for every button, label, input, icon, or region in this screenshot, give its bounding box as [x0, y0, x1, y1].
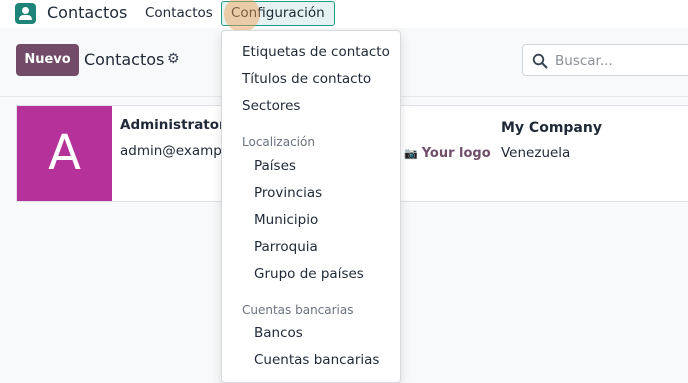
company-name: My Company [501, 120, 602, 136]
menu-item-titulos[interactable]: Títulos de contacto [242, 71, 371, 87]
contacts-app-icon[interactable] [15, 3, 36, 24]
section-header-cuentas: Cuentas bancarias [242, 303, 354, 317]
menu-item-cuentas-bancarias[interactable]: Cuentas bancarias [254, 352, 379, 368]
contact-email: admin@exampl [120, 143, 226, 159]
menu-item-etiquetas[interactable]: Etiquetas de contacto [242, 44, 390, 60]
menu-item-sectores[interactable]: Sectores [242, 98, 300, 114]
menu-item-parroquia[interactable]: Parroquia [254, 239, 318, 255]
menu-item-paises[interactable]: Países [254, 158, 296, 174]
search-input[interactable]: Buscar... [522, 44, 688, 76]
menu-item-municipio[interactable]: Municipio [254, 212, 318, 228]
page-title: Contactos [84, 50, 165, 69]
company-country: Venezuela [501, 145, 571, 161]
app-icon-head [22, 7, 29, 14]
search-icon [532, 53, 548, 69]
avatar: A [17, 106, 112, 201]
configuracion-dropdown: Etiquetas de contacto Títulos de contact… [221, 30, 401, 383]
new-button[interactable]: Nuevo [16, 44, 79, 76]
camera-icon: 📷 [404, 147, 418, 160]
section-header-localizacion: Localización [242, 135, 315, 149]
company-logo: 📷 Your logo [404, 146, 491, 161]
app-name[interactable]: Contactos [47, 3, 127, 22]
app-icon-body [19, 15, 32, 20]
gear-icon[interactable]: ⚙ [167, 51, 180, 67]
company-logo-text: Your logo [421, 146, 491, 161]
contact-name: Administrator [120, 117, 226, 133]
search-placeholder: Buscar... [555, 53, 613, 69]
menu-item-provincias[interactable]: Provincias [254, 185, 322, 201]
menu-item-bancos[interactable]: Bancos [254, 325, 303, 341]
menu-contactos[interactable]: Contactos [145, 5, 213, 21]
menu-configuracion[interactable]: Configuración [221, 1, 335, 26]
menu-item-grupo-paises[interactable]: Grupo de países [254, 266, 364, 282]
